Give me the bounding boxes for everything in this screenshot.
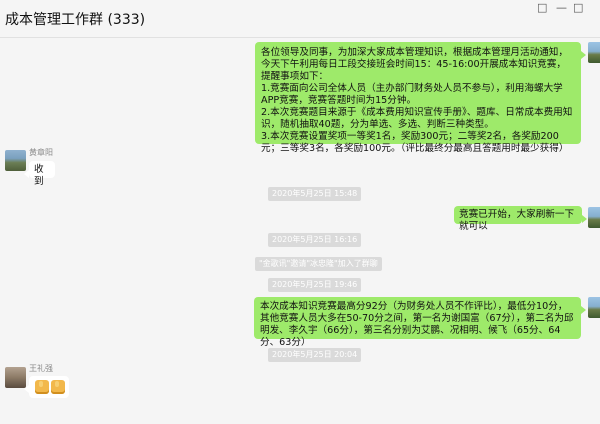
sender-name: 王礼强 — [29, 364, 53, 373]
emoji-reply-bubble[interactable] — [24, 376, 69, 398]
maximize-icon[interactable]: □ — [573, 2, 583, 13]
timestamp: 2020年5月25日 19:46 — [268, 278, 362, 292]
announcement-bubble[interactable]: 各位领导及同事，为加深大家成本管理知识，根据成本管理月活动通知，今天下午利用每日… — [255, 42, 586, 154]
pin-icon[interactable]: □ — [537, 2, 547, 13]
timestamp: 2020年5月25日 20:04 — [268, 348, 362, 362]
sender-name: 黄章阳 — [29, 148, 53, 157]
minimize-icon[interactable]: — — [556, 2, 567, 13]
timestamp: 2020年5月25日 16:16 — [268, 233, 362, 247]
my-avatar[interactable] — [588, 297, 600, 318]
reply-bubble[interactable]: 收到 — [24, 161, 55, 187]
thumbs-up-icon — [51, 380, 65, 394]
chat-area[interactable]: 各位领导及同事，为加深大家成本管理知识，根据成本管理月活动通知，今天下午利用每日… — [0, 38, 600, 401]
title-bar: 成本管理工作群 (333) □ — □ — [0, 0, 600, 38]
sender-avatar[interactable] — [5, 367, 26, 388]
thumbs-up-icon — [35, 380, 49, 394]
sender-avatar[interactable] — [5, 150, 26, 171]
results-bubble[interactable]: 本次成本知识竞赛最高分92分（为财务处人员不作评比），最低分10分，其他竞赛人员… — [254, 297, 586, 348]
my-avatar[interactable] — [588, 42, 600, 63]
system-message: "金歌讯"邀请"冰忠隆"加入了群聊 — [255, 257, 382, 271]
chat-title: 成本管理工作群 (333) — [5, 12, 146, 28]
my-avatar[interactable] — [588, 207, 600, 228]
timestamp: 2020年5月25日 15:48 — [268, 187, 362, 201]
contest-start-bubble[interactable]: 竞赛已开始，大家刷新一下就可以 — [454, 206, 587, 232]
